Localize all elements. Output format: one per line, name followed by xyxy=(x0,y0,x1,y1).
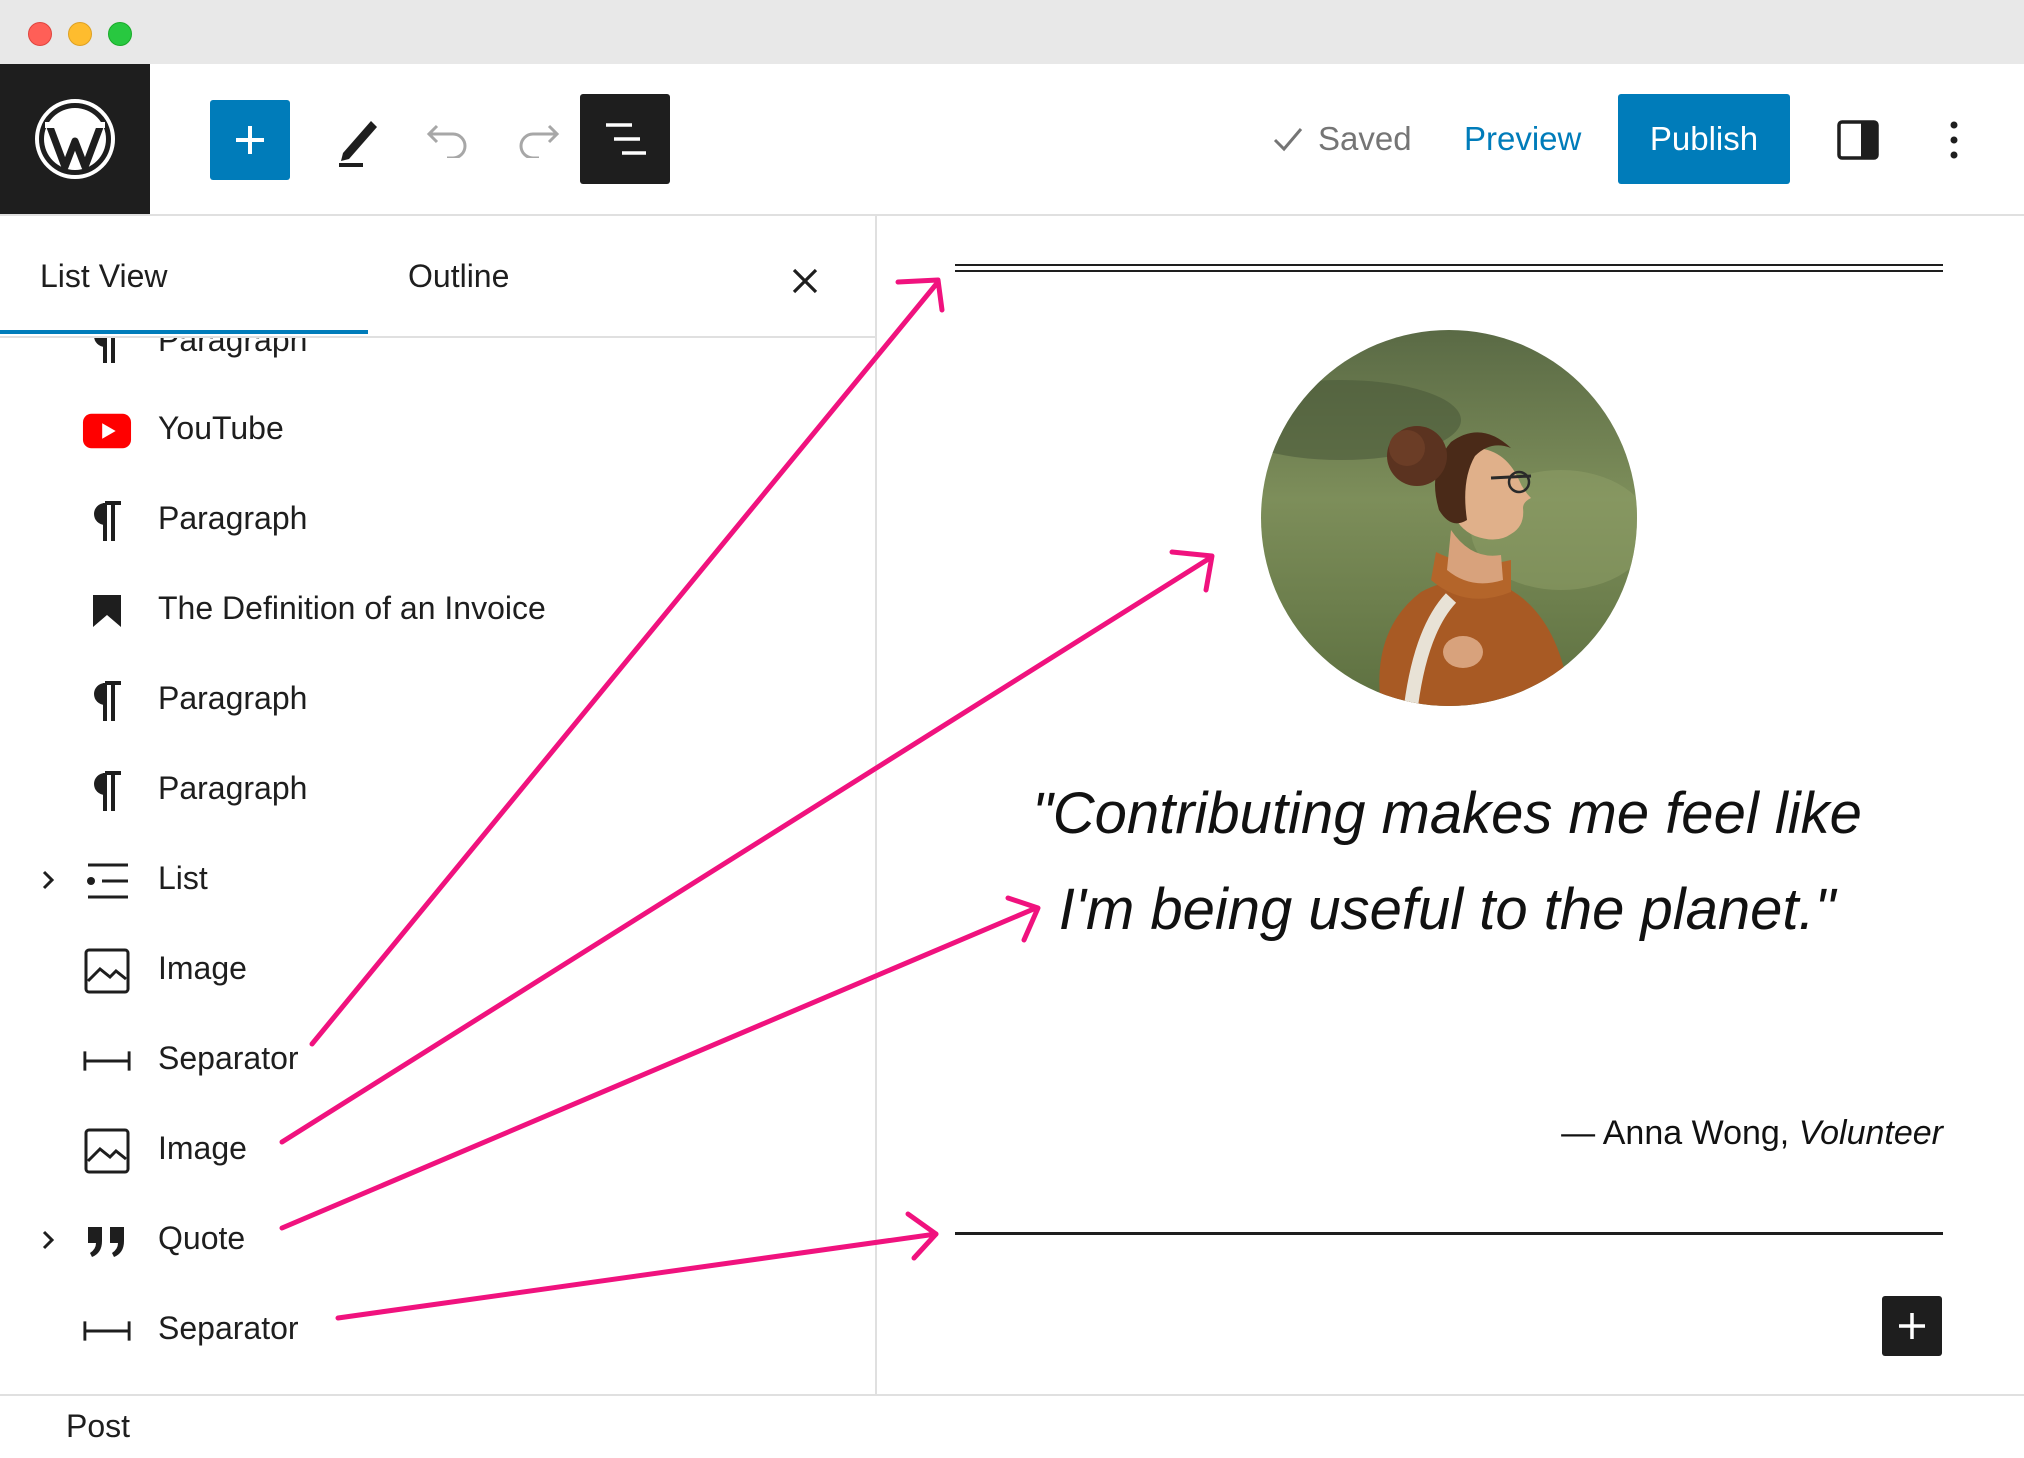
row-label: Quote xyxy=(158,1220,246,1256)
maximize-window-button[interactable] xyxy=(108,22,132,46)
wordpress-logo-button[interactable] xyxy=(0,64,150,214)
chevron-right-icon[interactable] xyxy=(36,866,62,894)
close-icon xyxy=(792,268,818,294)
list-view-button[interactable] xyxy=(580,94,670,184)
undo-icon xyxy=(426,124,467,158)
editor-footer: Post xyxy=(0,1394,2024,1458)
paragraph-icon xyxy=(82,766,132,816)
quote-text[interactable]: "Contributing makes me feel like I'm bei… xyxy=(997,766,1897,958)
list-view-icon xyxy=(606,123,646,155)
separator-block-line xyxy=(955,270,1943,272)
inline-add-block-button[interactable] xyxy=(1882,1296,1942,1356)
plus-icon xyxy=(236,126,264,154)
row-label: YouTube xyxy=(158,410,284,446)
separator-block[interactable] xyxy=(955,264,1943,266)
undo-button[interactable] xyxy=(408,100,488,180)
list-view-row[interactable]: Separator xyxy=(0,1300,873,1360)
paragraph-icon xyxy=(82,676,132,726)
tab-outline[interactable]: Outline xyxy=(368,216,736,334)
breadcrumb-post[interactable]: Post xyxy=(66,1408,130,1445)
redo-icon xyxy=(519,124,560,158)
sidebar-toggle-icon xyxy=(1837,120,1879,160)
paragraph-icon xyxy=(82,496,132,546)
sidebar-tabs: List View Outline xyxy=(0,216,875,338)
list-view-sidebar: List View Outline Paragraph YouTube Para… xyxy=(0,216,877,1394)
tab-label: List View xyxy=(40,258,168,294)
tab-label: Outline xyxy=(408,258,510,294)
bookmark-icon xyxy=(82,586,132,636)
row-label: Image xyxy=(158,1130,247,1166)
row-label: The Definition of an Invoice xyxy=(158,590,546,626)
options-menu-button[interactable] xyxy=(1914,100,1994,180)
row-label: Separator xyxy=(158,1310,299,1346)
tab-list-view[interactable]: List View xyxy=(0,216,368,334)
minimize-window-button[interactable] xyxy=(68,22,92,46)
citation-role: Volunteer xyxy=(1798,1114,1943,1152)
plus-icon xyxy=(1899,1313,1925,1339)
list-view-row[interactable]: Paragraph xyxy=(0,490,873,550)
publish-button[interactable]: Publish xyxy=(1618,94,1790,184)
separator-icon xyxy=(82,1036,132,1086)
list-view-row[interactable]: Quote xyxy=(0,1210,873,1270)
list-view-row[interactable]: Image xyxy=(0,1120,873,1180)
vertical-ellipsis-icon xyxy=(1950,121,1958,159)
editor-toolbar: Saved Preview Publish xyxy=(0,64,2024,216)
list-view-row[interactable]: The Definition of an Invoice xyxy=(0,580,873,640)
row-label: Separator xyxy=(158,1040,299,1076)
row-label: Paragraph xyxy=(158,500,308,536)
portrait-image[interactable] xyxy=(1261,330,1637,706)
pencil-icon xyxy=(339,121,377,167)
tools-button[interactable] xyxy=(318,100,398,180)
add-block-button[interactable] xyxy=(210,100,290,180)
close-window-button[interactable] xyxy=(28,22,52,46)
citation-name: — Anna Wong, xyxy=(1561,1114,1799,1152)
list-view-row[interactable]: Image xyxy=(0,940,873,1000)
preview-button[interactable]: Preview xyxy=(1464,114,1581,164)
row-label: Image xyxy=(158,950,247,986)
list-icon xyxy=(82,856,132,906)
check-icon xyxy=(1273,128,1303,152)
row-label: Paragraph xyxy=(158,680,308,716)
separator-block[interactable] xyxy=(955,1232,1943,1235)
list-view-row[interactable]: Paragraph xyxy=(0,670,873,730)
redo-button[interactable] xyxy=(498,100,578,180)
settings-sidebar-button[interactable] xyxy=(1818,100,1898,180)
wordpress-logo-icon xyxy=(35,99,115,179)
close-sidebar-button[interactable] xyxy=(780,256,830,306)
quote-citation[interactable]: — Anna Wong, Volunteer xyxy=(1397,1114,1943,1153)
chevron-right-icon[interactable] xyxy=(36,1226,62,1254)
image-icon xyxy=(82,1126,132,1176)
window-titlebar xyxy=(0,0,2024,64)
saved-status: Saved xyxy=(1272,114,1412,164)
youtube-icon xyxy=(82,406,132,456)
portrait-photo-icon xyxy=(1261,330,1637,706)
list-view-row[interactable]: Paragraph xyxy=(0,760,873,820)
list-view-row[interactable]: List xyxy=(0,850,873,910)
list-view-row[interactable]: YouTube xyxy=(0,400,873,460)
quote-icon xyxy=(82,1216,132,1266)
row-label: List xyxy=(158,860,208,896)
list-view-row[interactable]: Separator xyxy=(0,1030,873,1090)
editor-canvas: "Contributing makes me feel like I'm bei… xyxy=(877,216,2024,1394)
image-icon xyxy=(82,946,132,996)
separator-icon xyxy=(82,1306,132,1356)
saved-label: Saved xyxy=(1318,120,1412,157)
row-label: Paragraph xyxy=(158,770,308,806)
